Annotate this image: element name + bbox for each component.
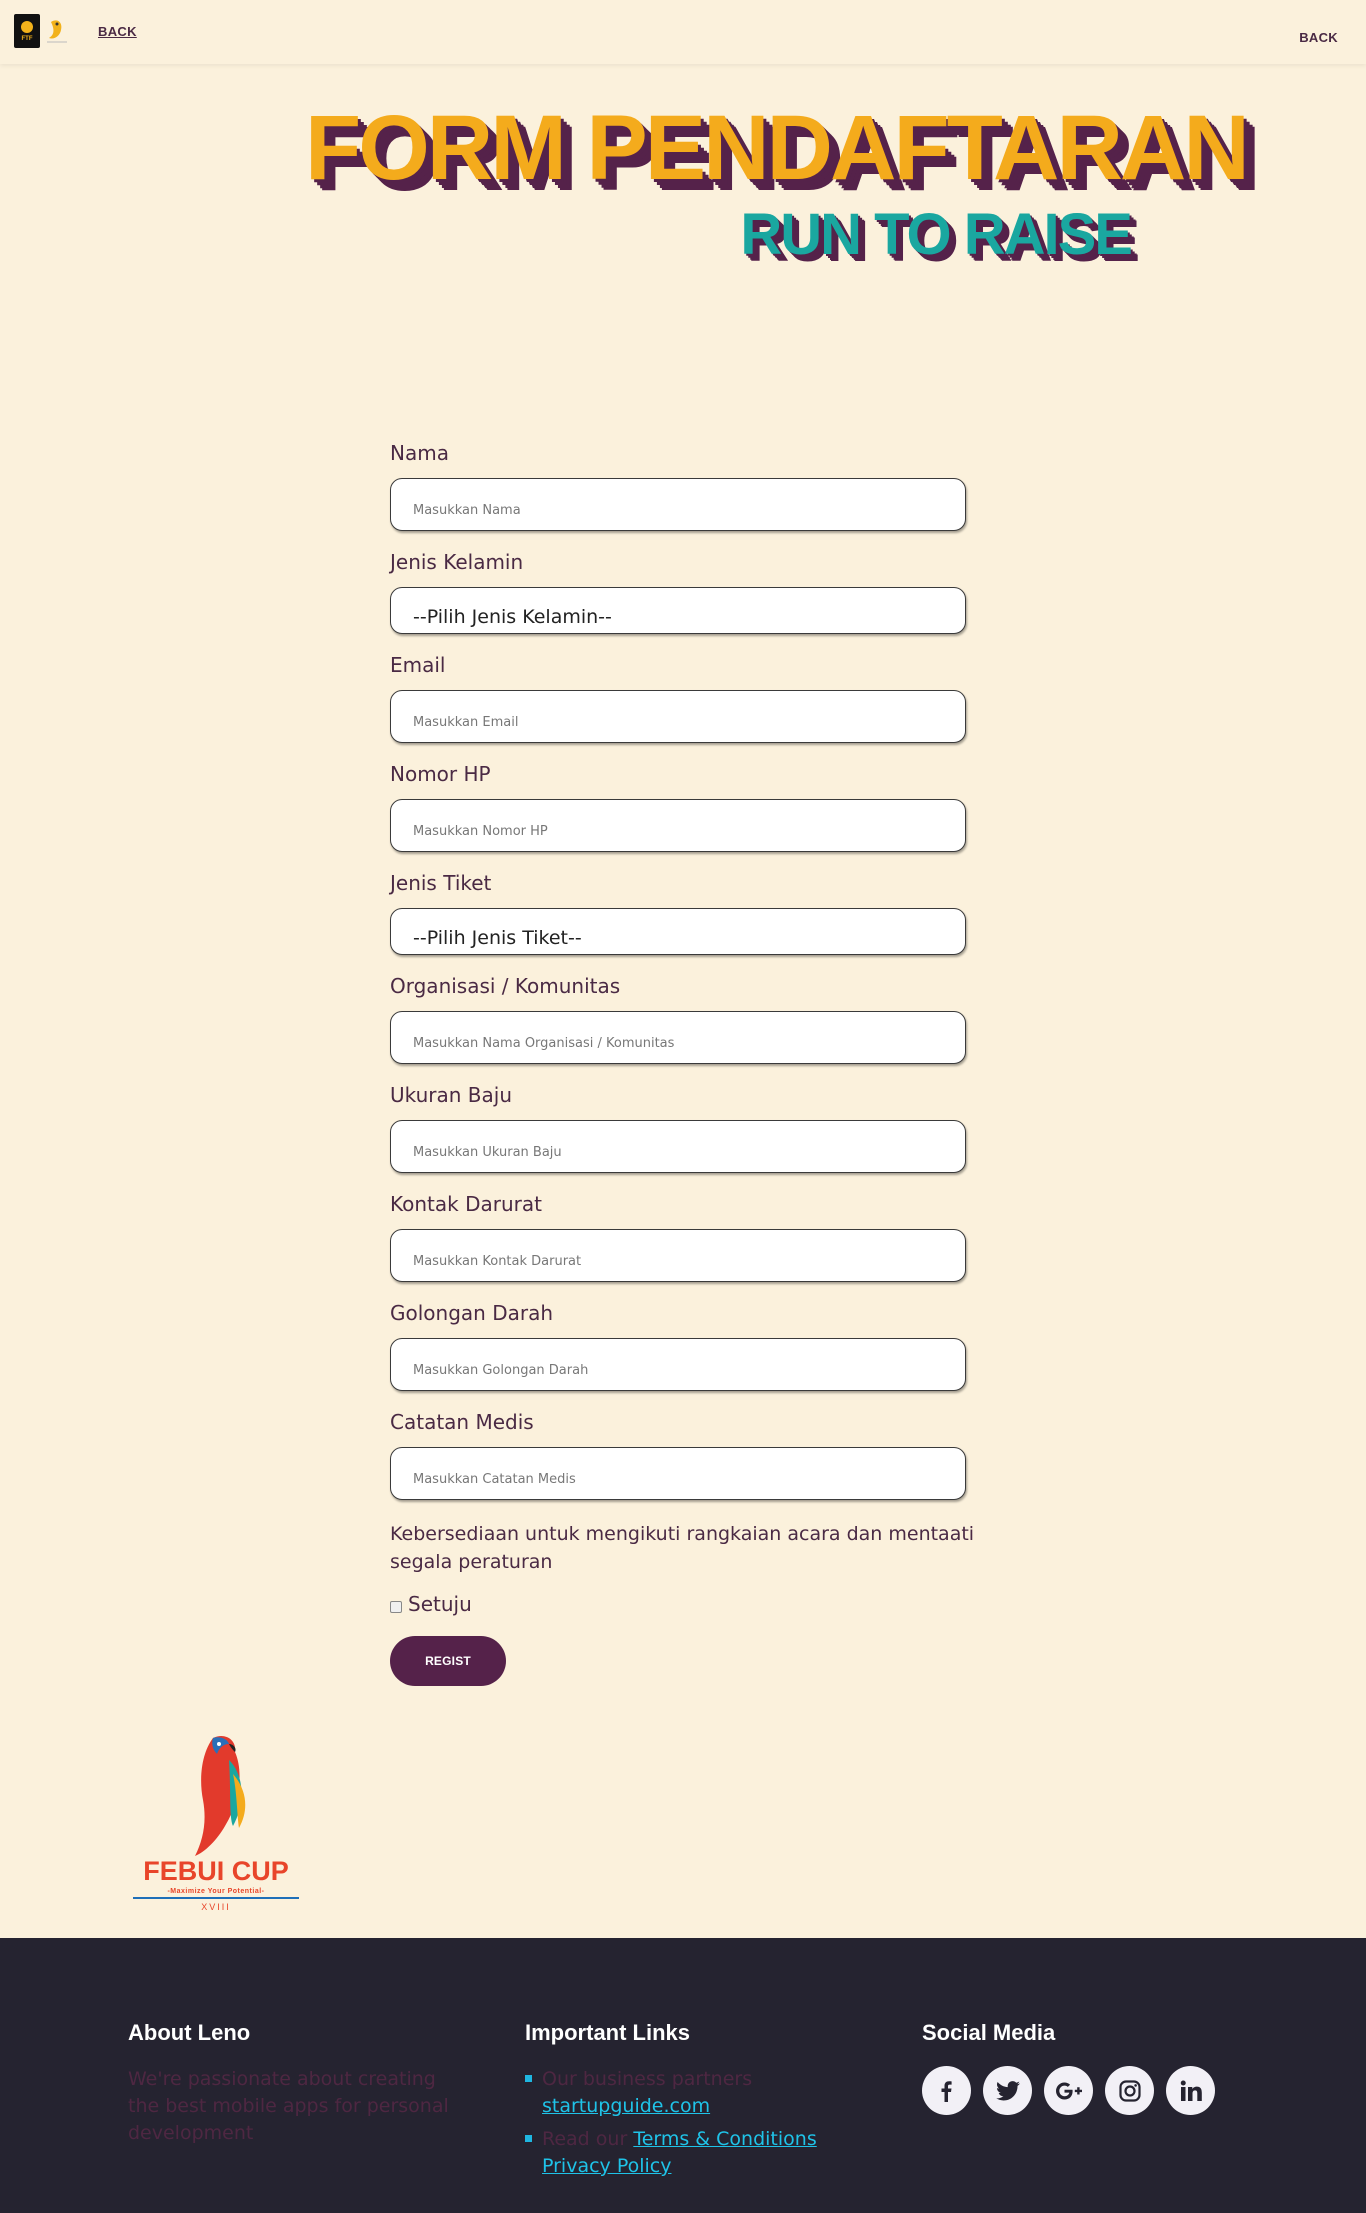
terms-link[interactable]: Terms & Conditions <box>633 2128 816 2150</box>
footer-links-title: Important Links <box>525 2020 691 2045</box>
facebook-icon[interactable] <box>922 2066 971 2115</box>
field-label: Jenis Kelamin <box>390 550 524 574</box>
ftf-logo: FTF <box>14 14 40 48</box>
privacy-policy-link[interactable]: Privacy Policy <box>542 2155 671 2177</box>
field-golongan-darah: Golongan Darah Masukkan Golongan Darah <box>390 1302 966 1391</box>
golongan-darah-input[interactable]: Masukkan Golongan Darah <box>390 1338 966 1391</box>
footer-social-title: Social Media <box>922 2020 1056 2045</box>
linkedin-icon[interactable] <box>1166 2066 1215 2115</box>
startupguide-link[interactable]: startupguide.com <box>542 2095 710 2117</box>
field-label: Nomor HP <box>390 762 491 786</box>
field-jenis-kelamin: Jenis Kelamin --Pilih Jenis Kelamin-- <box>390 551 966 634</box>
field-organisasi: Organisasi / Komunitas Masukkan Nama Org… <box>390 975 966 1064</box>
checkbox-label: Setuju <box>408 1592 472 1616</box>
field-kontak-darurat: Kontak Darurat Masukkan Kontak Darurat <box>390 1193 966 1282</box>
field-ukuran-baju: Ukuran Baju Masukkan Ukuran Baju <box>390 1084 966 1173</box>
bird-logo-icon <box>44 14 70 48</box>
link-prefix: Our business partners <box>542 2068 753 2090</box>
field-jenis-tiket: Jenis Tiket --Pilih Jenis Tiket-- <box>390 872 966 955</box>
nama-input[interactable]: Masukkan Nama <box>390 478 966 531</box>
ukuran-baju-input[interactable]: Masukkan Ukuran Baju <box>390 1120 966 1173</box>
regist-button[interactable]: REGIST <box>390 1636 506 1686</box>
field-catatan-medis: Catatan Medis Masukkan Catatan Medis <box>390 1411 966 1500</box>
jenis-kelamin-select[interactable]: --Pilih Jenis Kelamin-- <box>390 587 966 634</box>
footer-about-text: We're passionate about creating the best… <box>128 2068 449 2144</box>
febui-logo-text: FEBUI CUP <box>143 1856 289 1886</box>
footer-about: About Leno We're passionate about creati… <box>128 2020 458 2147</box>
field-label: Email <box>390 653 446 677</box>
back-link-left[interactable]: BACK <box>98 24 137 39</box>
catatan-medis-input[interactable]: Masukkan Catatan Medis <box>390 1447 966 1500</box>
febui-divider <box>133 1897 299 1899</box>
febui-edition: XVIII <box>201 1902 231 1912</box>
instagram-icon[interactable] <box>1105 2066 1154 2115</box>
agreement-text: Kebersediaan untuk mengikuti rangkaian a… <box>390 1523 975 1573</box>
bullet-icon <box>525 2075 532 2082</box>
footer-links-list: Our business partners startupguide.com R… <box>525 2066 855 2180</box>
jenis-tiket-select[interactable]: --Pilih Jenis Tiket-- <box>390 908 966 955</box>
field-nama: Nama Masukkan Nama <box>390 442 966 531</box>
agreement-checkbox-row: Setuju <box>390 1592 966 1616</box>
field-label: Catatan Medis <box>390 1410 534 1434</box>
google-plus-icon[interactable] <box>1044 2066 1093 2115</box>
field-email: Email Masukkan Email <box>390 654 966 743</box>
page-header: FORM PENDAFTARAN RUN TO RAISE <box>0 64 1366 294</box>
parrot-icon <box>195 1735 246 1856</box>
nomor-hp-input[interactable]: Masukkan Nomor HP <box>390 799 966 852</box>
page-title: FORM PENDAFTARAN <box>305 97 1250 199</box>
field-label: Organisasi / Komunitas <box>390 974 621 998</box>
navbar: FTF BACK BACK <box>0 0 1366 64</box>
back-link-right[interactable]: BACK <box>1299 30 1338 45</box>
footer-about-title: About Leno <box>128 2020 251 2045</box>
organisasi-input[interactable]: Masukkan Nama Organisasi / Komunitas <box>390 1011 966 1064</box>
field-nomor-hp: Nomor HP Masukkan Nomor HP <box>390 763 966 852</box>
setuju-checkbox[interactable] <box>390 1601 402 1613</box>
list-item: Read our Terms & Conditions Privacy Poli… <box>525 2126 855 2180</box>
field-label: Nama <box>390 441 449 465</box>
registration-form: Nama Masukkan Nama Jenis Kelamin --Pilih… <box>390 442 974 1686</box>
brand-logos[interactable]: FTF <box>14 14 70 48</box>
footer: About Leno We're passionate about creati… <box>0 1938 1366 2213</box>
field-label: Ukuran Baju <box>390 1083 513 1107</box>
footer-links: Important Links Our business partners st… <box>525 2020 855 2186</box>
twitter-icon[interactable] <box>983 2066 1032 2115</box>
kontak-darurat-input[interactable]: Masukkan Kontak Darurat <box>390 1229 966 1282</box>
febui-cup-logo: FEBUI CUP -Maximize Your Potential- XVII… <box>133 1730 299 1916</box>
bullet-icon <box>525 2135 532 2142</box>
email-input[interactable]: Masukkan Email <box>390 690 966 743</box>
page-subtitle: RUN TO RAISE <box>740 202 1133 267</box>
febui-tagline: -Maximize Your Potential- <box>167 1888 265 1895</box>
list-item: Our business partners startupguide.com <box>525 2066 855 2120</box>
field-label: Jenis Tiket <box>390 871 492 895</box>
footer-social: Social Media <box>922 2020 1215 2115</box>
field-label: Kontak Darurat <box>390 1192 542 1216</box>
social-icons <box>922 2066 1215 2115</box>
link-prefix: Read our <box>542 2128 628 2150</box>
field-label: Golongan Darah <box>390 1301 553 1325</box>
